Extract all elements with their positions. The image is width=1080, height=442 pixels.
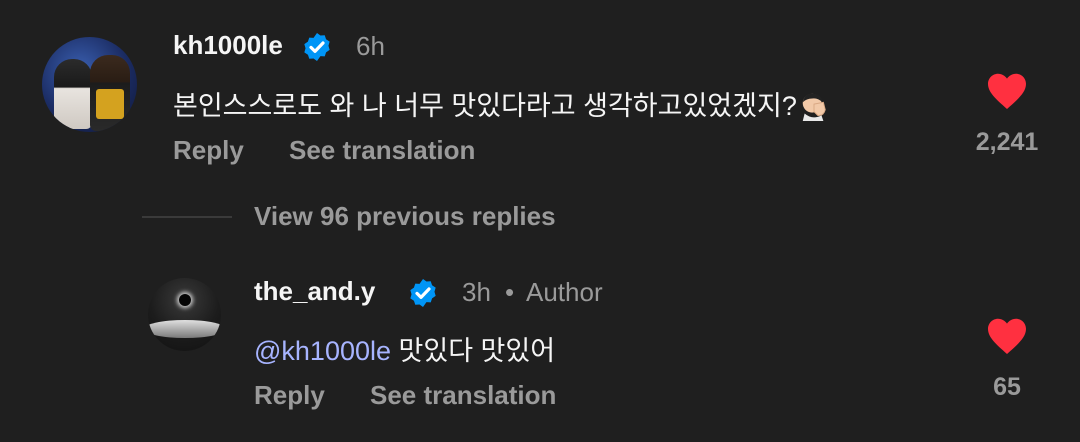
- thread-divider: [142, 216, 232, 218]
- avatar[interactable]: [42, 37, 137, 132]
- comment-username[interactable]: kh1000le: [173, 30, 283, 61]
- see-translation-button[interactable]: See translation: [289, 135, 475, 166]
- reply-button[interactable]: Reply: [254, 380, 325, 411]
- reply-body: 맛있다 맛있어: [398, 336, 556, 366]
- comment-timestamp: 6h: [356, 31, 385, 61]
- see-translation-button[interactable]: See translation: [370, 380, 556, 411]
- like-count: 2,241: [975, 128, 1039, 156]
- mention-link[interactable]: @kh1000le: [254, 336, 391, 366]
- avatar[interactable]: [148, 278, 221, 351]
- verified-badge-icon: [304, 33, 330, 61]
- author-badge: Author: [526, 277, 603, 307]
- face-palm-emoji: [802, 93, 826, 121]
- comment-body: 본인스스로도 와 나 너무 맛있다라고 생각하고있었겠지?: [173, 91, 797, 121]
- reply-button[interactable]: Reply: [173, 135, 244, 166]
- heart-icon[interactable]: [986, 72, 1028, 110]
- like-count: 65: [993, 373, 1021, 401]
- reply-timestamp: 3h: [462, 277, 491, 307]
- view-previous-replies-button[interactable]: View 96 previous replies: [254, 201, 556, 232]
- comment-text: 본인스스로도 와 나 너무 맛있다라고 생각하고있었겠지?: [173, 84, 829, 123]
- reply-username[interactable]: the_and.y: [254, 276, 375, 307]
- meta-separator: •: [505, 277, 515, 307]
- verified-badge-icon: [410, 279, 436, 307]
- reply-text: @kh1000le 맛있다 맛있어: [254, 329, 555, 368]
- heart-icon[interactable]: [986, 317, 1028, 355]
